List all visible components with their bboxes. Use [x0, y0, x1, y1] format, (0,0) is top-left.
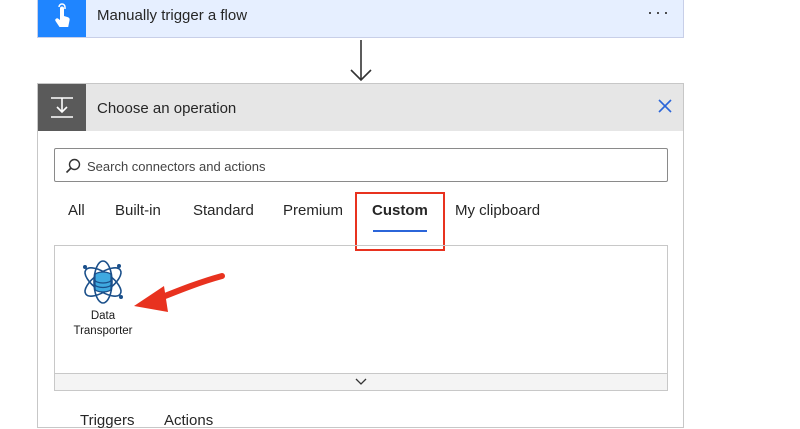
database-atom-icon: [83, 260, 123, 304]
annotation-highlight-box: [355, 192, 445, 251]
flow-connector-arrow-icon: [350, 40, 372, 82]
operation-title: Choose an operation: [97, 100, 237, 117]
annotation-arrow-icon: [134, 273, 225, 312]
tab-triggers[interactable]: Triggers: [80, 412, 134, 429]
tab-all[interactable]: All: [68, 202, 85, 219]
connector-label: Data Transporter: [73, 310, 133, 337]
search-input[interactable]: [85, 155, 659, 177]
connector-data-transporter[interactable]: Data Transporter: [67, 258, 139, 339]
operation-insert-icon: [51, 97, 73, 118]
trigger-card[interactable]: Manually trigger a flow ···: [37, 0, 684, 38]
tab-standard[interactable]: Standard: [193, 202, 254, 219]
search-box[interactable]: [54, 148, 668, 182]
trigger-title: Manually trigger a flow: [97, 7, 248, 24]
close-icon[interactable]: [657, 98, 673, 114]
chevron-down-icon: [355, 378, 367, 385]
more-options-button[interactable]: ···: [647, 2, 671, 22]
expand-results-button[interactable]: [54, 373, 668, 391]
search-icon: [65, 158, 81, 174]
operation-header: Choose an operation: [38, 84, 683, 131]
operation-icon-box: [38, 84, 86, 131]
tab-actions[interactable]: Actions: [164, 412, 213, 429]
trigger-icon-box: [38, 0, 86, 37]
tab-premium[interactable]: Premium: [283, 202, 343, 219]
touch-hand-icon: [55, 3, 70, 27]
tab-built-in[interactable]: Built-in: [115, 202, 161, 219]
choose-operation-card: Choose an operation All Built-in Standar…: [37, 83, 684, 429]
tab-my-clipboard[interactable]: My clipboard: [455, 202, 540, 219]
